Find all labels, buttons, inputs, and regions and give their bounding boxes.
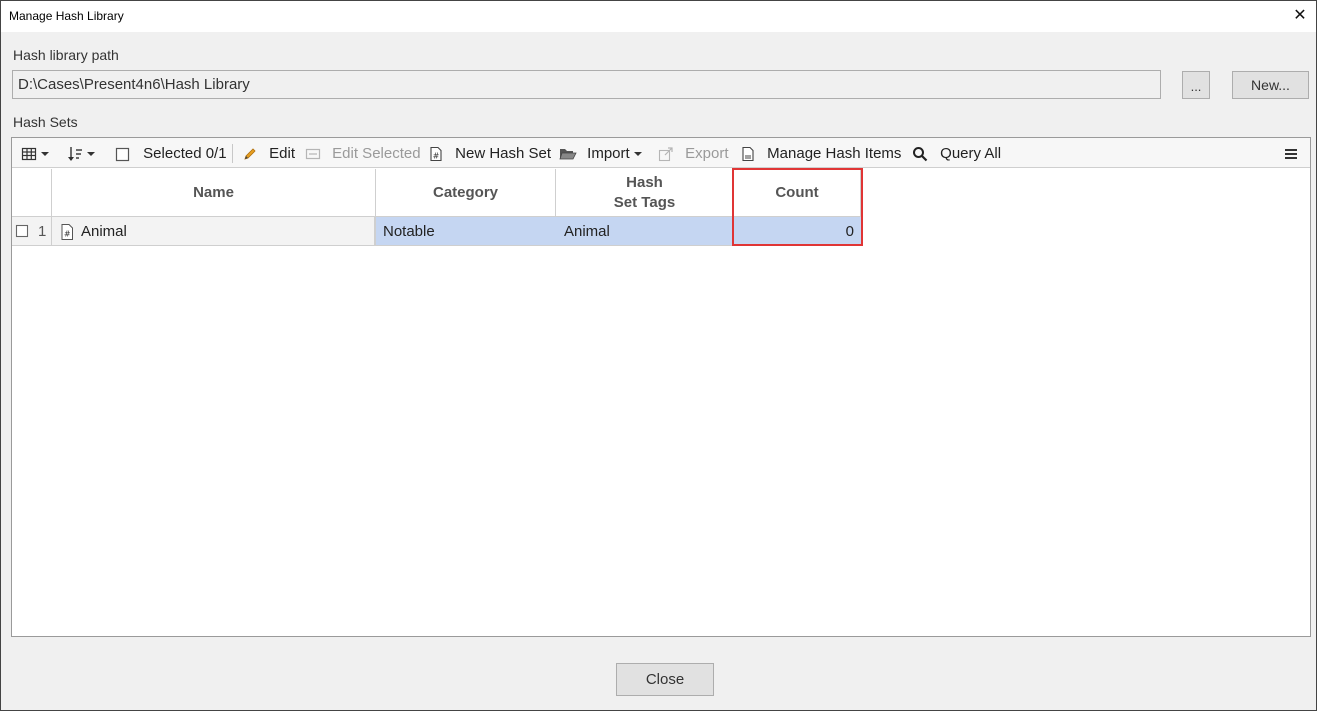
hash-set-file-icon: # <box>61 224 73 240</box>
browse-button[interactable]: ... <box>1182 71 1210 99</box>
edit-selected-icon <box>305 148 321 160</box>
dropdown-arrow-icon <box>633 152 642 157</box>
cell-hash-set-tags[interactable]: Animal <box>556 217 734 246</box>
column-header-hash-set-tags-line2: Set Tags <box>613 193 676 211</box>
row-header-corner <box>12 169 52 217</box>
document-icon <box>742 146 754 162</box>
table-row[interactable]: 1 # Animal Notable Animal 0 <box>12 217 1310 246</box>
column-header-category[interactable]: Category <box>376 169 556 217</box>
column-header-count[interactable]: Count <box>734 169 861 217</box>
manage-hash-library-window: Manage Hash Library ✕ Hash library path … <box>0 0 1317 711</box>
hash-sets-grid: Selected 0/1 Edit Edit Selected # New Ha… <box>11 137 1311 637</box>
cell-count[interactable]: 0 <box>734 217 861 246</box>
sort-button[interactable] <box>67 138 96 168</box>
checkbox-icon <box>15 224 29 238</box>
selected-count-label: Selected 0/1 <box>143 145 227 162</box>
title-bar: Manage Hash Library ✕ <box>1 1 1316 32</box>
manage-hash-items-label: Manage Hash Items <box>767 145 902 162</box>
select-all-button[interactable]: Selected 0/1 <box>115 138 227 168</box>
query-all-label: Query All <box>940 145 1002 162</box>
column-chooser-button[interactable] <box>21 138 50 168</box>
search-icon <box>913 147 928 162</box>
menu-button[interactable] <box>1284 138 1298 168</box>
close-button[interactable]: Close <box>616 663 714 696</box>
row-number: 1 <box>38 223 47 240</box>
folder-open-icon <box>559 149 577 160</box>
hash-sets-label: Hash Sets <box>13 114 78 130</box>
cell-category[interactable]: Notable <box>376 217 556 246</box>
table-header: Name Category Hash Set Tags Count <box>12 169 1310 217</box>
edit-label: Edit <box>269 145 296 162</box>
svg-text:#: # <box>64 230 71 239</box>
new-hash-set-label: New Hash Set <box>455 145 552 162</box>
new-hash-set-icon: # <box>430 146 442 162</box>
edit-selected-label: Edit Selected <box>332 145 421 162</box>
edit-selected-button[interactable]: Edit Selected <box>305 138 421 168</box>
export-icon <box>658 147 673 162</box>
column-header-hash-set-tags-line1: Hash <box>626 173 663 191</box>
row-selector[interactable]: 1 <box>12 217 52 246</box>
sort-icon <box>68 147 82 162</box>
column-header-hash-set-tags[interactable]: Hash Set Tags <box>556 169 734 217</box>
dropdown-arrow-icon <box>41 152 50 157</box>
hash-set-name: Animal <box>81 223 127 240</box>
hash-library-path-label: Hash library path <box>13 47 119 63</box>
cell-name[interactable]: # Animal <box>52 217 376 246</box>
export-label: Export <box>685 145 729 162</box>
hamburger-menu-icon <box>1285 149 1297 160</box>
dropdown-arrow-icon <box>87 152 96 157</box>
grid-toolbar: Selected 0/1 Edit Edit Selected # New Ha… <box>12 138 1310 168</box>
toolbar-divider <box>232 144 233 163</box>
new-hash-set-button[interactable]: # New Hash Set <box>428 138 551 168</box>
edit-button[interactable]: Edit <box>242 138 295 168</box>
new-library-button[interactable]: New... <box>1232 71 1309 99</box>
close-window-icon[interactable]: ✕ <box>1290 5 1310 27</box>
svg-text:#: # <box>433 152 440 161</box>
import-label: Import <box>587 145 630 162</box>
hash-library-path-input[interactable] <box>12 70 1161 99</box>
export-button[interactable]: Export <box>658 138 729 168</box>
pencil-icon <box>244 148 256 160</box>
window-title: Manage Hash Library <box>9 9 124 23</box>
checkbox-icon <box>115 147 130 161</box>
query-all-button[interactable]: Query All <box>912 138 1001 168</box>
manage-hash-items-button[interactable]: Manage Hash Items <box>740 138 901 168</box>
column-header-name[interactable]: Name <box>52 169 376 217</box>
grid-icon <box>21 147 37 161</box>
import-button[interactable]: Import <box>559 138 642 168</box>
